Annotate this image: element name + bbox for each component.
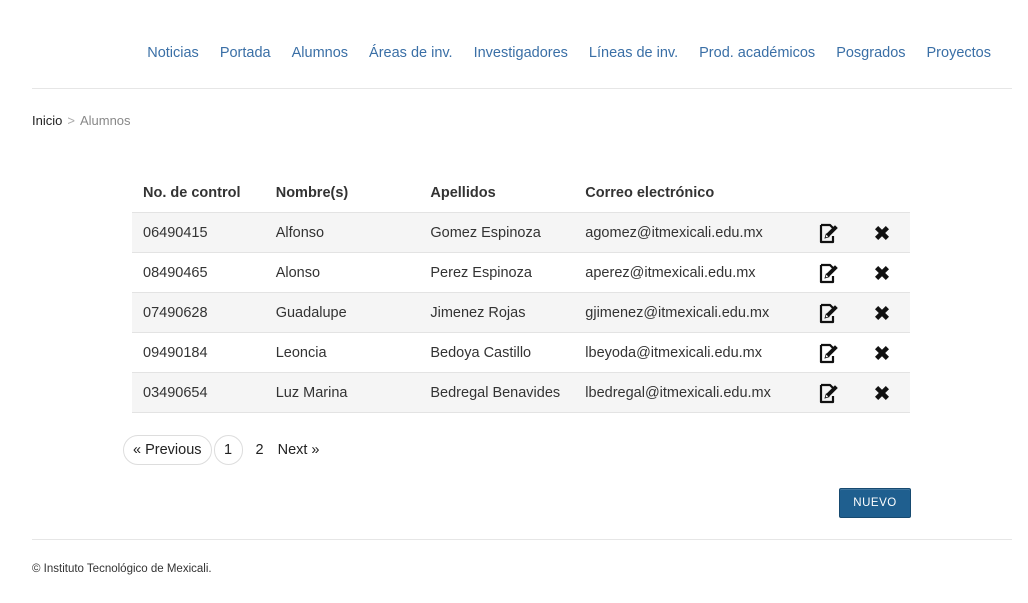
breadcrumb-home[interactable]: Inicio — [32, 113, 62, 128]
delete-icon[interactable] — [870, 221, 894, 245]
students-table: No. de control Nombre(s) Apellidos Corre… — [132, 173, 910, 413]
cell-delete — [859, 252, 910, 293]
cell-nombre: Alonso — [264, 252, 420, 293]
cell-apellidos: Bedregal Benavides — [419, 372, 575, 413]
edit-icon[interactable] — [816, 341, 840, 365]
edit-icon[interactable] — [816, 221, 840, 245]
delete-icon[interactable] — [870, 261, 894, 285]
breadcrumb: Inicio > Alumnos — [32, 113, 131, 129]
cell-delete — [859, 372, 910, 413]
header-edit — [805, 173, 859, 213]
pagination-previous[interactable]: « Previous — [123, 435, 212, 465]
breadcrumb-current: Alumnos — [79, 113, 131, 128]
cell-edit — [805, 372, 860, 413]
cell-delete — [859, 292, 910, 333]
table-row: 06490415 Alfonso Gomez Espinoza agomez@itme… — [132, 212, 910, 253]
table-row: 07490628 Guadalupe Jimenez Rojas gjimenez@i… — [132, 292, 910, 333]
nav-item-areas[interactable]: Áreas de inv. — [369, 44, 453, 62]
pagination-page-2[interactable]: 2 — [252, 436, 268, 464]
new-button[interactable]: NUEVO — [839, 488, 911, 518]
header-divider — [32, 88, 1012, 89]
cell-edit — [805, 332, 860, 373]
cell-correo: lbedregal@itmexicali.edu.mx — [574, 372, 806, 413]
delete-icon[interactable] — [870, 381, 894, 405]
cell-apellidos: Jimenez Rojas — [419, 292, 575, 333]
cell-delete — [859, 212, 910, 253]
delete-icon[interactable] — [870, 341, 894, 365]
cell-nombre: Alfonso — [264, 212, 420, 253]
cell-nombre: Guadalupe — [264, 292, 420, 333]
header-nombre: Nombre(s) — [275, 184, 349, 201]
pagination-page-1[interactable]: 1 — [213, 435, 243, 465]
page: Noticias Portada Alumnos Áreas de inv. I… — [0, 0, 1028, 603]
table-row: 09490184 Leoncia Bedoya Castillo lbeyoda@it… — [132, 332, 910, 373]
top-navigation: Noticias Portada Alumnos Áreas de inv. I… — [147, 44, 991, 62]
edit-icon[interactable] — [816, 381, 840, 405]
nav-item-portada[interactable]: Portada — [220, 44, 271, 62]
nav-item-posgrados[interactable]: Posgrados — [836, 44, 905, 62]
header-apellidos: Apellidos — [430, 184, 496, 201]
cell-control: 06490415 — [132, 212, 265, 253]
nav-item-alumnos[interactable]: Alumnos — [292, 44, 348, 62]
cell-correo: gjimenez@itmexicali.edu.mx — [574, 292, 806, 333]
cell-edit — [805, 292, 860, 333]
cell-apellidos: Bedoya Castillo — [419, 332, 575, 373]
cell-edit — [805, 252, 860, 293]
header-control: No. de control — [143, 184, 241, 201]
footer-divider — [32, 539, 1012, 540]
cell-apellidos: Perez Espinoza — [419, 252, 575, 293]
cell-correo: aperez@itmexicali.edu.mx — [574, 252, 806, 293]
cell-correo: lbeyoda@itmexicali.edu.mx — [574, 332, 806, 373]
cell-correo: agomez@itmexicali.edu.mx — [574, 212, 806, 253]
nav-item-noticias[interactable]: Noticias — [147, 44, 199, 62]
nav-item-prod-academicos[interactable]: Prod. académicos — [699, 44, 815, 62]
nav-item-lineas[interactable]: Líneas de inv. — [589, 44, 678, 62]
cell-apellidos: Gomez Espinoza — [419, 212, 575, 253]
breadcrumb-separator: > — [67, 113, 75, 128]
footer-copyright: © Instituto Tecnológico de Mexicali. — [32, 563, 212, 575]
cell-control: 03490654 — [132, 372, 265, 413]
nav-item-proyectos[interactable]: Proyectos — [927, 44, 991, 62]
cell-edit — [805, 212, 860, 253]
nav-item-investigadores[interactable]: Investigadores — [474, 44, 568, 62]
cell-control: 09490184 — [132, 332, 265, 373]
pagination-next[interactable]: Next » — [274, 436, 324, 464]
header-correo: Correo electrónico — [585, 184, 715, 201]
pagination: « Previous 1 2 Next » — [123, 435, 324, 465]
cell-delete — [859, 332, 910, 373]
cell-control: 07490628 — [132, 292, 265, 333]
delete-icon[interactable] — [870, 301, 894, 325]
edit-icon[interactable] — [816, 301, 840, 325]
table-header-row: No. de control Nombre(s) Apellidos Corre… — [132, 173, 910, 213]
cell-control: 08490465 — [132, 252, 265, 293]
edit-icon[interactable] — [816, 261, 840, 285]
table-row: 08490465 Alonso Perez Espinoza aperez@itmex… — [132, 252, 910, 293]
cell-nombre: Leoncia — [264, 332, 420, 373]
header-delete — [859, 173, 910, 213]
table-row: 03490654 Luz Marina Bedregal Benavides lbed… — [132, 372, 910, 413]
cell-nombre: Luz Marina — [264, 372, 420, 413]
